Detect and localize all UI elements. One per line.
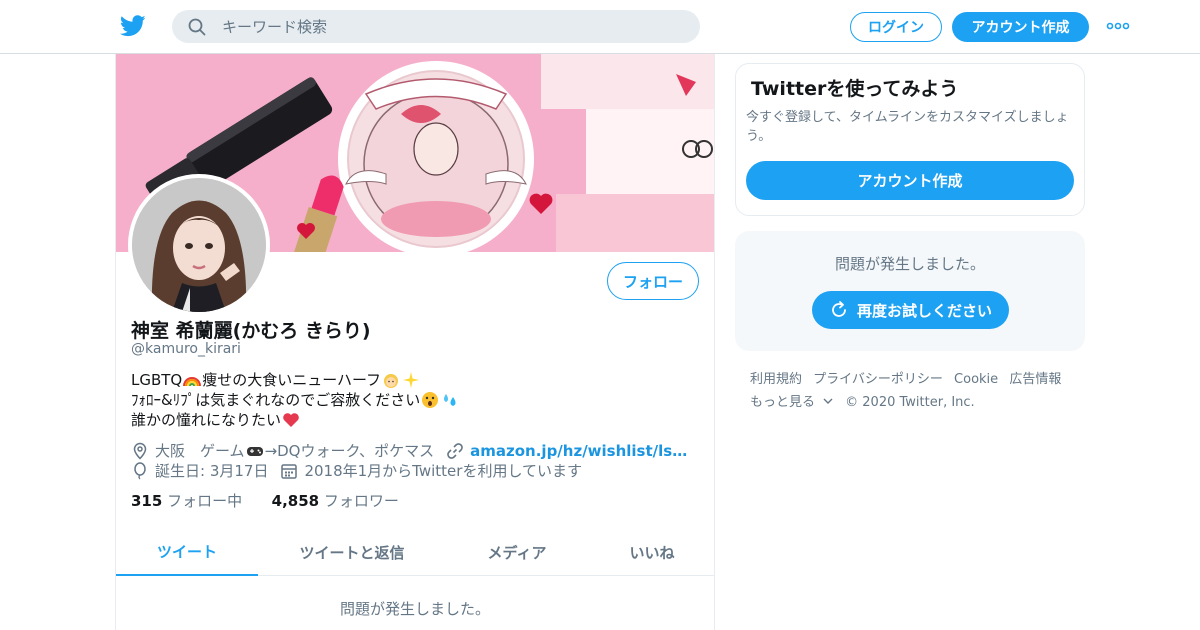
profile-bio: LGBTQ 痩せの大食いニューハーフ ﾌｫﾛｰ&ﾘﾌﾟは気まぐれなのでご容赦くだ…	[131, 370, 460, 430]
bio-text: ﾌｫﾛｰ&ﾘﾌﾟは気まぐれなのでご容赦ください	[131, 391, 421, 409]
bio-text: 誰かの憧れになりたい	[131, 411, 282, 429]
signup-card: Twitterを使ってみよう 今すぐ登録して、タイムラインをカスタマイズしましょ…	[735, 63, 1085, 216]
footer-link-terms[interactable]: 利用規約	[750, 372, 802, 387]
follow-button[interactable]: フォロー	[607, 262, 699, 300]
sparkles-emoji-icon	[403, 372, 420, 388]
more-options-icon[interactable]	[1106, 20, 1130, 32]
retry-button[interactable]: 再度お試しください	[812, 291, 1009, 329]
following-label: フォロー中	[167, 492, 243, 510]
signup-button[interactable]: アカウント作成	[952, 12, 1089, 42]
profile-website-link[interactable]: amazon.jp/hz/wishlist/ls…	[470, 442, 687, 460]
sweat-droplets-emoji-icon	[444, 394, 456, 406]
top-navigation-bar: ログイン アカウント作成	[0, 0, 1200, 54]
profile-location: 大阪 ゲーム	[155, 442, 245, 460]
chevron-down-icon	[823, 398, 833, 404]
rainbow-emoji-icon	[183, 377, 202, 387]
sidebar-error-card: 問題が発生しました。 再度お試しください	[735, 231, 1085, 351]
signup-card-button[interactable]: アカウント作成	[746, 161, 1074, 200]
astonished-face-emoji-icon	[422, 392, 439, 408]
video-game-controller-emoji-icon	[246, 446, 263, 456]
login-button[interactable]: ログイン	[850, 12, 942, 42]
followers-count: 4,858	[271, 492, 320, 510]
bio-text: 痩せの大食いニューハーフ	[202, 371, 382, 389]
bio-text: LGBTQ	[131, 371, 183, 389]
profile-tabs: ツイート ツイートと返信 メディア いいね	[116, 528, 714, 576]
signup-card-title: Twitterを使ってみよう	[751, 78, 959, 100]
retry-label: 再度お試しください	[856, 301, 992, 320]
footer-more-button[interactable]: もっと見る	[750, 395, 834, 410]
calendar-icon	[281, 463, 298, 479]
profile-handle[interactable]: @kamuro_kirari	[131, 341, 241, 357]
sidebar-error-message: 問題が発生しました。	[834, 255, 985, 273]
tab-media[interactable]: メディア	[446, 528, 588, 576]
profile-meta-location: 大阪 ゲーム →DQウォーク、ポケマス amazon.jp/hz/wishlis…	[131, 440, 687, 461]
red-heart-emoji-icon	[283, 413, 299, 427]
footer-link-ads-info[interactable]: 広告情報	[1009, 372, 1061, 387]
footer-link-privacy[interactable]: プライバシーポリシー	[813, 372, 943, 387]
link-icon	[447, 442, 463, 459]
search-bar[interactable]	[172, 10, 700, 43]
birthday-balloon-icon	[134, 461, 146, 479]
location-pin-icon	[133, 442, 147, 460]
tab-tweets-and-replies[interactable]: ツイートと返信	[281, 528, 423, 576]
profile-birthday: 誕生日: 3月17日	[155, 462, 269, 480]
woman-blonde-emoji-icon	[384, 374, 399, 388]
followers-label: フォロワー	[323, 492, 399, 510]
search-icon	[188, 18, 206, 35]
refresh-icon	[832, 301, 846, 317]
search-input[interactable]	[222, 17, 662, 36]
profile-joined-date: 2018年1月からTwitterを利用しています	[304, 462, 582, 480]
footer-link-cookie[interactable]: Cookie	[954, 372, 998, 387]
profile-stats: 315 フォロー中 4,858 フォロワー	[131, 490, 399, 511]
following-count: 315	[131, 492, 163, 510]
twitter-bird-icon[interactable]	[120, 14, 146, 38]
profile-location-suffix: →DQウォーク、ポケマス	[264, 442, 435, 460]
profile-meta-dates: 誕生日: 3月17日 2018年1月からTwitterを利用しています	[131, 460, 582, 481]
sidebar-footer: 利用規約 プライバシーポリシー Cookie 広告情報 もっと見る © 2020…	[750, 368, 1085, 414]
signup-card-description: 今すぐ登録して、タイムラインをカスタマイズしましょう。	[746, 110, 1069, 144]
following-stat[interactable]: 315 フォロー中	[131, 492, 242, 510]
footer-more-label: もっと見る	[750, 395, 816, 410]
timeline-error-message: 問題が発生しました。	[339, 600, 490, 618]
footer-copyright: © 2020 Twitter, Inc.	[845, 395, 975, 410]
followers-stat[interactable]: 4,858 フォロワー	[272, 492, 399, 510]
profile-avatar[interactable]	[128, 174, 270, 316]
tab-tweets[interactable]: ツイート	[116, 528, 258, 576]
tab-likes[interactable]: いいね	[582, 528, 722, 576]
profile-name: 神室 希蘭麗(かむろ きらり)	[131, 320, 371, 342]
profile-column: フォロー 神室 希蘭麗(かむろ きらり) @kamuro_kirari LGBT…	[115, 54, 715, 630]
